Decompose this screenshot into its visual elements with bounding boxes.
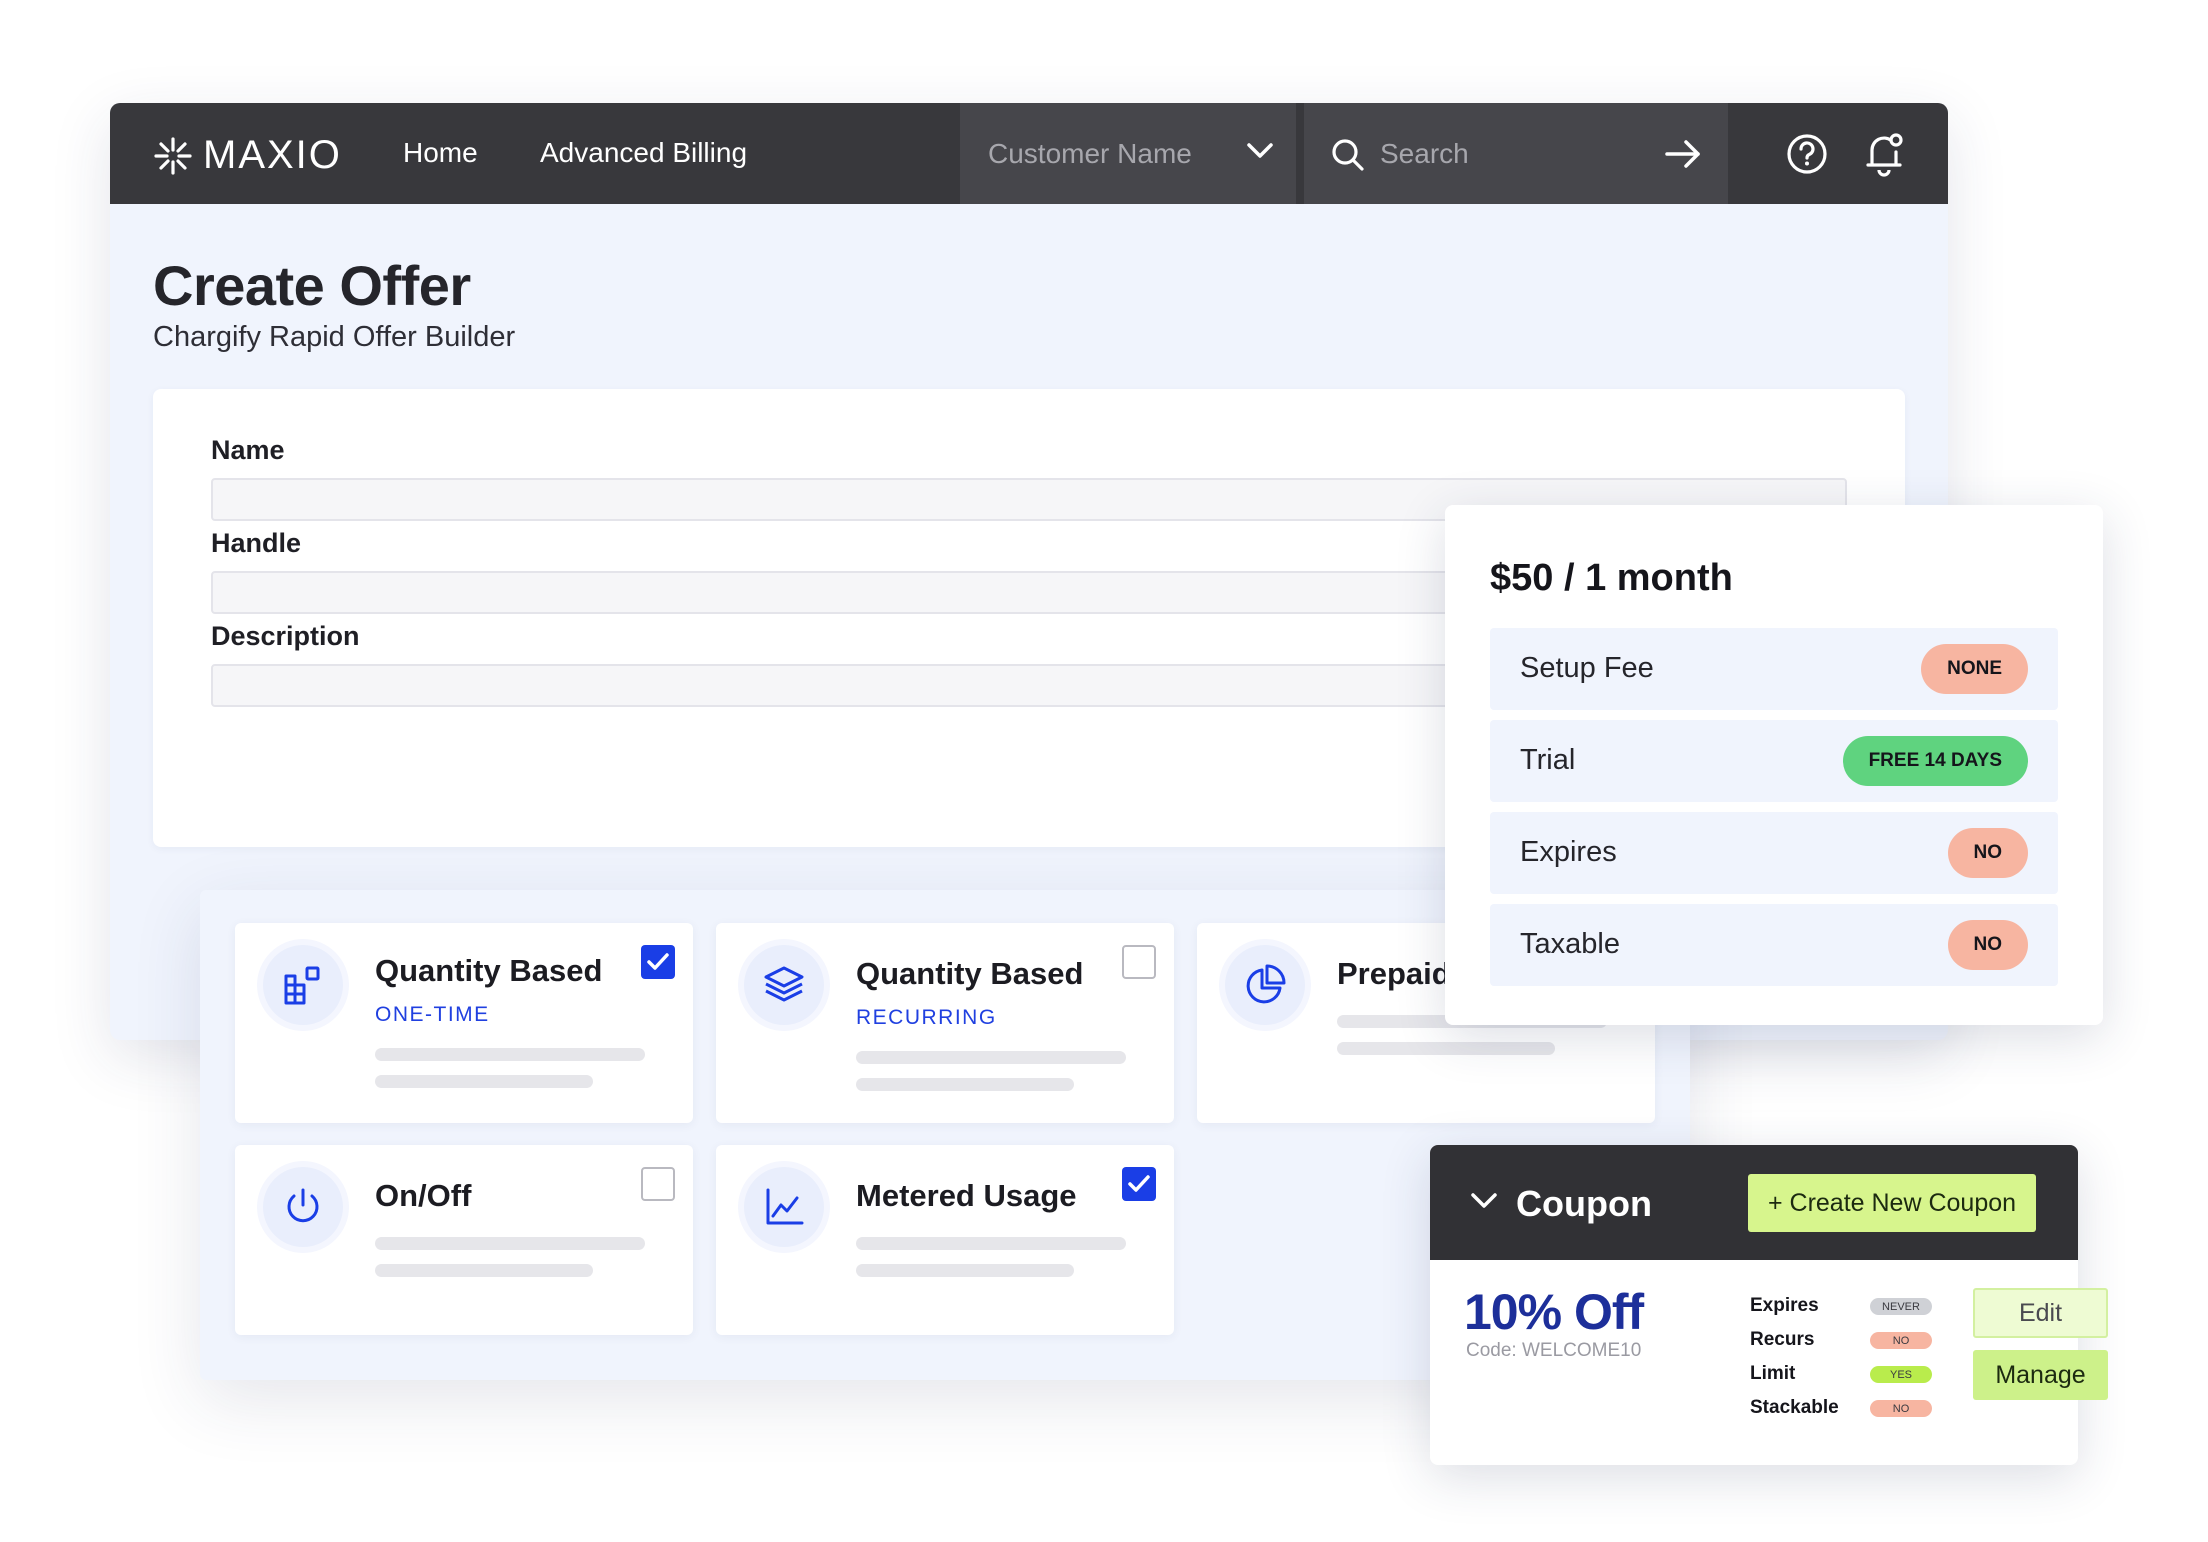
checkbox-checked[interactable] (641, 945, 675, 979)
coupon-attr-label: Stackable (1750, 1397, 1839, 1418)
status-badge: NONE (1921, 644, 2028, 694)
manage-coupon-button[interactable]: Manage (1973, 1350, 2108, 1400)
blocks-icon (263, 945, 343, 1025)
placeholder-line (856, 1051, 1126, 1064)
price-row-label: Trial (1520, 744, 1576, 776)
status-badge: NO (1947, 920, 2028, 970)
placeholder-line (856, 1078, 1074, 1091)
name-field-label: Name (211, 435, 285, 465)
search-input[interactable]: Search (1304, 103, 1728, 204)
layers-icon (744, 945, 824, 1025)
product-type-title: Metered Usage (856, 1178, 1077, 1213)
price-summary-panel: $50 / 1 month Setup Fee NONE Trial FREE … (1445, 505, 2103, 1025)
edit-coupon-button[interactable]: Edit (1973, 1288, 2108, 1338)
coupon-attr-badge: NO (1870, 1332, 1932, 1349)
coupon-attr-badge: NO (1870, 1400, 1932, 1417)
coupon-discount: 10% Off (1464, 1284, 1644, 1340)
checkmark-icon (1128, 1175, 1150, 1192)
product-type-card-quantity-recurring[interactable]: Quantity Based RECURRING (716, 923, 1174, 1123)
price-row-taxable: Taxable NO (1490, 904, 2058, 986)
search-placeholder: Search (1380, 138, 1469, 169)
checkbox-unchecked[interactable] (641, 1167, 675, 1201)
product-type-title: Quantity Based (375, 953, 603, 988)
checkbox-checked[interactable] (1122, 1167, 1156, 1201)
price-row-label: Taxable (1520, 928, 1620, 960)
coupon-header: Coupon + Create New Coupon (1430, 1145, 2078, 1260)
nav-home-link[interactable]: Home (403, 137, 478, 169)
arrow-right-icon[interactable] (1664, 139, 1702, 169)
status-badge: FREE 14 DAYS (1842, 736, 2028, 786)
placeholder-line (856, 1264, 1074, 1277)
top-navigation-bar: MAXIO Home Advanced Billing Customer Nam… (110, 103, 1948, 204)
coupon-attr-label: Recurs (1750, 1329, 1815, 1350)
product-type-card-metered-usage[interactable]: Metered Usage (716, 1145, 1174, 1335)
coupon-attr-badge: NEVER (1870, 1298, 1932, 1315)
chevron-down-icon (1247, 143, 1273, 158)
logo-text: MAXIO (203, 133, 342, 177)
coupon-attr-badge: YES (1870, 1366, 1932, 1383)
page-subtitle: Chargify Rapid Offer Builder (153, 321, 516, 353)
description-field-label: Description (211, 621, 360, 651)
product-type-subtitle: RECURRING (856, 1006, 997, 1029)
page-title: Create Offer (153, 254, 471, 317)
customer-name-select[interactable]: Customer Name (960, 103, 1296, 204)
coupon-attr-label: Limit (1750, 1363, 1796, 1384)
maxio-logo-icon (154, 136, 192, 175)
customer-select-placeholder: Customer Name (988, 137, 1192, 169)
product-type-card-quantity-one-time[interactable]: Quantity Based ONE-TIME (235, 923, 693, 1123)
checkbox-unchecked[interactable] (1122, 945, 1156, 979)
checkmark-icon (647, 953, 669, 970)
product-type-title: On/Off (375, 1178, 472, 1213)
price-row-trial: Trial FREE 14 DAYS (1490, 720, 2058, 802)
line-chart-icon (744, 1167, 824, 1247)
placeholder-line (1337, 1042, 1555, 1055)
coupon-attr-label: Expires (1750, 1295, 1819, 1316)
coupon-panel: Coupon + Create New Coupon 10% Off Code:… (1430, 1145, 2108, 1465)
placeholder-line (375, 1048, 645, 1061)
product-type-title: Quantity Based (856, 956, 1084, 991)
chevron-down-icon[interactable] (1470, 1191, 1498, 1211)
price-row-setup-fee: Setup Fee NONE (1490, 628, 2058, 710)
placeholder-line (375, 1075, 593, 1088)
price-row-expires: Expires NO (1490, 812, 2058, 894)
create-new-coupon-button[interactable]: + Create New Coupon (1748, 1174, 2036, 1232)
bell-icon[interactable] (1862, 130, 1906, 178)
placeholder-line (856, 1237, 1126, 1250)
product-type-title: Prepaid (1337, 956, 1451, 991)
price-row-label: Expires (1520, 836, 1617, 868)
price-row-label: Setup Fee (1520, 652, 1654, 684)
handle-field-label: Handle (211, 528, 302, 558)
placeholder-line (375, 1264, 593, 1277)
search-icon (1332, 139, 1364, 171)
power-icon (263, 1167, 343, 1247)
product-type-subtitle: ONE-TIME (375, 1003, 490, 1026)
maxio-logo[interactable]: MAXIO (153, 133, 342, 178)
help-icon[interactable] (1785, 132, 1829, 176)
product-type-card-on-off[interactable]: On/Off (235, 1145, 693, 1335)
status-badge: NO (1947, 828, 2028, 878)
coupon-code: Code: WELCOME10 (1466, 1340, 1642, 1361)
coupon-title: Coupon (1516, 1183, 1652, 1224)
pie-chart-icon (1225, 945, 1305, 1025)
nav-advanced-billing-link[interactable]: Advanced Billing (540, 137, 747, 169)
price-title: $50 / 1 month (1490, 557, 1733, 599)
placeholder-line (375, 1237, 645, 1250)
